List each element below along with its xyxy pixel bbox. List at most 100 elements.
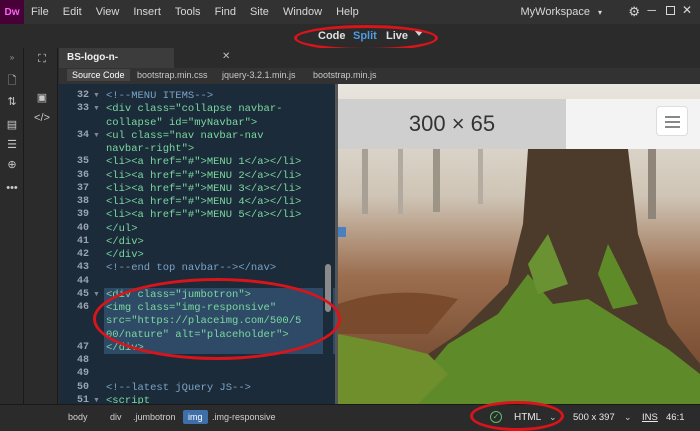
- code-line[interactable]: </div>: [106, 342, 144, 354]
- line-number: 47: [76, 341, 89, 353]
- related-file-jquery[interactable]: jquery-3.2.1.min.js: [222, 70, 296, 80]
- logo-placeholder: 300 × 65: [338, 99, 566, 149]
- code-line[interactable]: <li><a href="#">MENU 3</a></li>: [106, 183, 301, 195]
- related-file-source-code[interactable]: Source Code: [67, 69, 130, 81]
- tool-rail: » 🗋 ⇅ ▤ ☰ ⊕ •••: [0, 48, 24, 409]
- live-view-button[interactable]: Live: [386, 30, 408, 42]
- dom-tree-icon[interactable]: ⛶: [34, 52, 50, 66]
- fold-arrow-icon[interactable]: ▼: [93, 105, 100, 112]
- insert-icon[interactable]: ▤: [4, 118, 20, 132]
- line-number: 33: [76, 103, 89, 115]
- code-line[interactable]: <li><a href="#">MENU 4</a></li>: [106, 196, 301, 208]
- code-scrollbar[interactable]: [323, 84, 333, 404]
- chevron-down-icon[interactable]: [415, 31, 423, 36]
- line-number: 38: [76, 196, 89, 207]
- fold-arrow-icon[interactable]: ▼: [93, 132, 100, 139]
- files-icon[interactable]: 🗋: [4, 74, 20, 88]
- css-icon[interactable]: ☰: [4, 138, 20, 152]
- fold-arrow-icon[interactable]: ▼: [93, 397, 100, 404]
- line-number: 39: [76, 209, 89, 221]
- code-line[interactable]: </ul>: [106, 223, 138, 235]
- app-logo: Dw: [0, 0, 24, 24]
- related-file-bootstrap-css[interactable]: bootstrap.min.css: [137, 70, 208, 80]
- related-files-bar: Source Code bootstrap.min.css jquery-3.2…: [59, 68, 700, 84]
- code-line[interactable]: <img class="img-responsive": [106, 302, 276, 314]
- breadcrumb-body[interactable]: body: [68, 412, 88, 422]
- transfer-icon[interactable]: ⇅: [4, 95, 20, 109]
- code-line[interactable]: <!--latest jQuery JS-->: [106, 382, 251, 394]
- code-scrollbar-thumb[interactable]: [325, 264, 331, 312]
- workspace-switcher[interactable]: MyWorkspace: [521, 6, 603, 18]
- insert-mode-toggle[interactable]: INS: [642, 412, 658, 423]
- document-tab[interactable]: BS-logo-n-navbar.html*: [59, 48, 174, 83]
- menu-window[interactable]: Window: [276, 6, 329, 18]
- menu-file[interactable]: File: [24, 6, 56, 18]
- line-number: 43: [76, 262, 89, 274]
- menu-view[interactable]: View: [89, 6, 127, 18]
- code-line[interactable]: src="https://placeimg.com/500/5: [106, 315, 301, 327]
- code-view-button[interactable]: Code: [318, 30, 346, 42]
- code-line[interactable]: </div>: [106, 236, 144, 248]
- line-number: 32: [76, 90, 89, 101]
- code-icon[interactable]: </>: [34, 111, 50, 125]
- line-number: 46: [76, 302, 89, 313]
- close-tab-icon[interactable]: ✕: [222, 51, 230, 62]
- close-icon[interactable]: ✕: [682, 3, 692, 17]
- chevron-down-icon[interactable]: ⌄: [624, 412, 632, 423]
- line-number: 50: [76, 381, 89, 393]
- view-switcher-bar: Code Split Live: [0, 24, 700, 48]
- breadcrumb-jumbotron[interactable]: .jumbotron: [133, 412, 176, 422]
- code-line[interactable]: <!--end top navbar--></nav>: [106, 262, 276, 274]
- menu-edit[interactable]: Edit: [56, 6, 89, 18]
- breadcrumb-div[interactable]: div: [110, 412, 122, 422]
- code-line[interactable]: <div class="jumbotron">: [106, 289, 251, 301]
- menu-tools[interactable]: Tools: [168, 6, 208, 18]
- code-line[interactable]: collapse" id="myNavbar">: [106, 117, 257, 129]
- code-editor[interactable]: 32 ▼ <!--MENU ITEMS--> 33 ▼ <div class="colla…: [59, 84, 335, 404]
- minimize-icon[interactable]: ─: [647, 3, 656, 17]
- code-line[interactable]: <!--MENU ITEMS-->: [106, 90, 213, 102]
- code-line[interactable]: 00/nature" alt="placeholder">: [106, 329, 289, 341]
- gear-icon[interactable]: ⚙: [628, 4, 640, 20]
- resize-handle[interactable]: [338, 227, 346, 237]
- related-file-bootstrap-js[interactable]: bootstrap.min.js: [313, 70, 377, 80]
- breadcrumb-img-responsive[interactable]: .img-responsive: [212, 412, 276, 422]
- breadcrumb-img[interactable]: img: [183, 410, 208, 424]
- secondary-tool-rail: ⛶ ▣ </>: [25, 48, 58, 409]
- split-view-button[interactable]: Split: [353, 30, 377, 42]
- code-line[interactable]: </div>: [106, 249, 144, 261]
- document-type-select[interactable]: HTML: [514, 412, 541, 423]
- line-number: 36: [76, 169, 89, 181]
- maximize-icon[interactable]: [666, 6, 675, 15]
- line-number: 41: [76, 235, 89, 247]
- expand-icon[interactable]: »: [4, 51, 20, 65]
- properties-icon[interactable]: ▣: [34, 91, 50, 105]
- code-line[interactable]: <ul class="nav navbar-nav: [106, 130, 264, 142]
- code-line[interactable]: <li><a href="#">MENU 1</a></li>: [106, 156, 301, 168]
- fold-arrow-icon[interactable]: ▼: [93, 92, 100, 99]
- dom-icon[interactable]: ⊕: [4, 158, 20, 172]
- code-line[interactable]: <li><a href="#">MENU 2</a></li>: [106, 170, 301, 182]
- fold-arrow-icon[interactable]: ▼: [93, 291, 100, 298]
- menu-find[interactable]: Find: [208, 6, 243, 18]
- chevron-down-icon[interactable]: ⌄: [549, 412, 557, 423]
- line-number: 48: [76, 355, 89, 366]
- validation-ok-icon[interactable]: ✓: [490, 411, 502, 423]
- line-number: 35: [76, 156, 89, 168]
- menu-site[interactable]: Site: [243, 6, 276, 18]
- code-line[interactable]: <div class="collapse navbar-: [106, 103, 282, 115]
- dreamweaver-window: Dw File Edit View Insert Tools Find Site…: [0, 0, 700, 431]
- hamburger-menu-icon[interactable]: [656, 106, 688, 136]
- line-number: 34: [76, 129, 89, 141]
- menu-insert[interactable]: Insert: [126, 6, 168, 18]
- window-size-select[interactable]: 500 x 397: [573, 412, 615, 423]
- live-view[interactable]: 300 × 65: [338, 84, 700, 404]
- more-icon[interactable]: •••: [4, 181, 20, 195]
- code-line[interactable]: <script: [106, 395, 150, 404]
- line-number: 51: [76, 394, 89, 404]
- status-bar: body div .jumbotron img .img-responsive …: [0, 404, 700, 431]
- code-line[interactable]: <li><a href="#">MENU 5</a></li>: [106, 209, 301, 221]
- code-line[interactable]: navbar-right">: [106, 143, 194, 155]
- line-number: 40: [76, 222, 89, 234]
- menu-help[interactable]: Help: [329, 6, 366, 18]
